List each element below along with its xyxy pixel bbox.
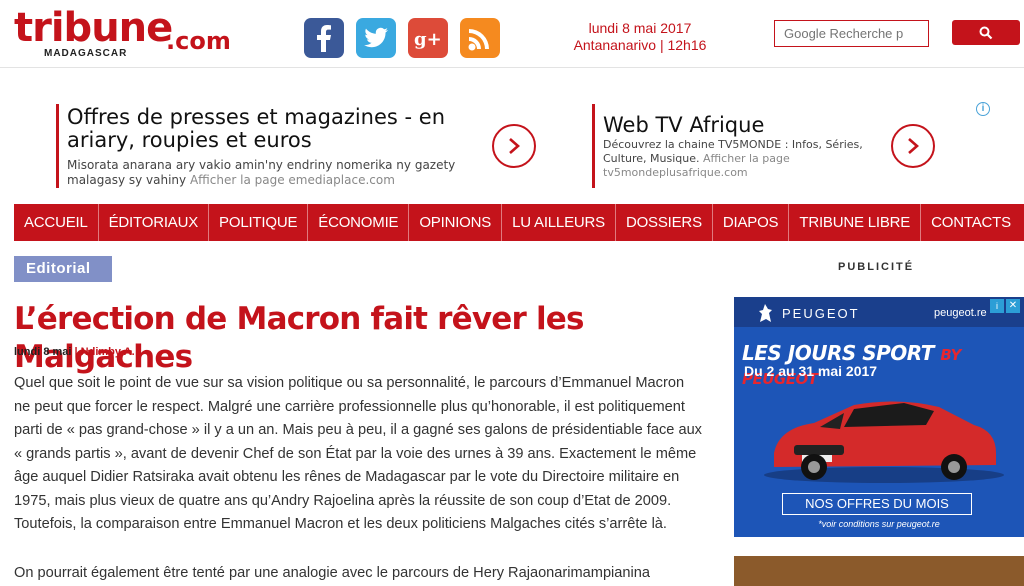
close-icon[interactable]: ✕ [1006,299,1020,313]
sidebar-ad-second[interactable] [734,556,1024,586]
category-badge[interactable]: Editorial [14,256,112,282]
ad-headline-text: LES JOURS SPORT [742,341,934,365]
peugeot-ad-banner[interactable]: PEUGEOT peugeot.re i ✕ LES JOURS SPORT B… [734,297,1024,537]
ad-brand: PEUGEOT [782,306,860,321]
chevron-right-icon [509,138,520,154]
main-nav: ACCUEIL ÉDITORIAUX POLITIQUE ÉCONOMIE OP… [14,204,1024,241]
current-date: lundi 8 mai 2017 [588,20,692,36]
nav-item-opinions[interactable]: OPINIONS [409,204,503,241]
ad-description: Misorata anarana ary vakio amin'ny endri… [67,158,467,188]
search-button[interactable] [952,20,1020,45]
ad-tv5monde[interactable]: Web TV Afrique Découvrez la chaine TV5MO… [592,104,942,188]
logo-country-text: MADAGASCAR [44,48,128,59]
logo-main-text: tribune [14,5,173,51]
rss-icon[interactable] [460,18,500,58]
location-time: Antananarivo | 12h16 [573,37,707,53]
search-icon [979,26,993,40]
google-plus-icon[interactable]: g+ [408,18,448,58]
article-author[interactable]: Ndimby A. [81,346,135,358]
article-date: lundi 8 mai [14,346,72,358]
ad-arrow-button[interactable] [492,124,536,168]
ad-arrow-button[interactable] [891,124,935,168]
site-logo[interactable]: tribune .com MADAGASCAR [14,6,254,62]
ad-title: Offres de presses et magazines - en aria… [67,105,446,152]
ad-note: *voir conditions sur peugeot.re [818,519,940,529]
car-image [764,401,1004,483]
search-input[interactable] [774,20,929,47]
article-title: L’érection de Macron fait rêver les Malg… [14,301,585,375]
article-paragraph: On pourrait également être tenté par une… [14,564,651,581]
nav-item-politique[interactable]: POLITIQUE [209,204,309,241]
svg-text:g+: g+ [414,29,442,50]
nav-item-dossiers[interactable]: DOSSIERS [616,204,713,241]
ad-link[interactable]: Afficher la page emediaplace.com [190,173,395,187]
article-body: Quel que soit le point de vue sur sa vis… [14,372,704,586]
ad-cta-button[interactable]: NOS OFFRES DU MOIS [782,493,972,515]
site-header: tribune .com MADAGASCAR g+ lundi 8 mai 2… [0,0,1024,68]
nav-item-economie[interactable]: ÉCONOMIE [308,204,410,241]
ad-dates: Du 2 au 31 mai 2017 [744,363,878,379]
nav-item-diapos[interactable]: DIAPOS [713,204,790,241]
article-paragraph: Quel que soit le point de vue sur sa vis… [14,375,702,532]
ad-url: peugeot.re [934,307,987,319]
ad-description: Découvrez la chaine TV5MONDE : Infos, Sé… [603,138,873,180]
sidebar-ad-label: PUBLICITÉ [838,261,915,273]
facebook-icon[interactable] [304,18,344,58]
article-byline: lundi 8 mai | Ndimby A. [14,346,135,358]
nav-item-accueil[interactable]: ACCUEIL [14,204,99,241]
logo-domain-text: .com [166,27,231,55]
chevron-right-icon [908,138,919,154]
ad-emediaplace[interactable]: Offres de presses et magazines - en aria… [56,104,546,188]
adchoices-icon[interactable]: i [990,299,1004,313]
nav-item-editoriaux[interactable]: ÉDITORIAUX [99,204,210,241]
adchoices-icon[interactable]: i [976,102,990,116]
nav-item-lu-ailleurs[interactable]: LU AILLEURS [502,204,616,241]
twitter-icon[interactable] [356,18,396,58]
nav-item-contacts[interactable]: CONTACTS [921,204,1021,241]
date-location: lundi 8 mai 2017 Antananarivo | 12h16 [560,20,720,54]
nav-item-tribune-libre[interactable]: TRIBUNE LIBRE [789,204,922,241]
ad-title: Web TV Afrique [603,113,765,137]
peugeot-lion-icon [759,304,772,322]
